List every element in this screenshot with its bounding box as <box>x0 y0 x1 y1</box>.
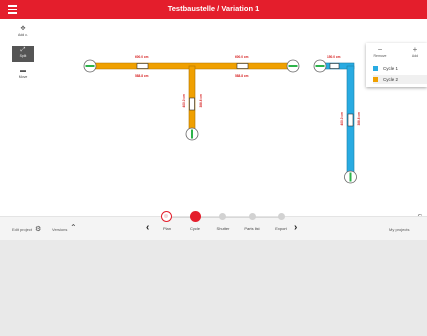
plus-icon: + <box>412 45 418 54</box>
measure-right-top: 600.0 cm <box>235 55 249 59</box>
versions-link[interactable]: Versions <box>52 227 67 232</box>
previous-step-arrow[interactable]: ‹ <box>146 222 149 233</box>
my-projects-link[interactable]: My projects <box>389 227 409 232</box>
step-parts-list-label[interactable]: Parts list <box>237 226 267 231</box>
add-cycle-button[interactable]: + Add <box>404 45 426 59</box>
edit-project-link[interactable]: Edit project <box>12 227 32 232</box>
add-connection-icon: ✥ <box>20 26 26 32</box>
measure-vertical-left: 400.0 cm <box>182 94 186 108</box>
add-cycle-label: Add c. <box>18 33 28 37</box>
remove-label: Remove <box>373 54 387 58</box>
step-parts-list-dot[interactable] <box>249 213 256 220</box>
lower-panel <box>0 240 427 336</box>
legend-item-cycle-1[interactable]: Cycle 1 <box>373 64 427 73</box>
split-icon: ⤢ <box>20 47 26 53</box>
cycle-2-swatch <box>373 77 378 82</box>
cycle-1-label: Cycle 1 <box>383 66 399 71</box>
drawing-canvas[interactable]: 600.0 cm 588.8 cm 600.0 cm 588.8 cm 400.… <box>0 19 427 226</box>
step-export-label[interactable]: Export <box>266 226 296 231</box>
move-label: Move <box>18 75 28 79</box>
split-label: Split <box>19 54 27 58</box>
page-title: Testbaustelle / Variation 1 <box>167 4 260 13</box>
measure-vertical-right: 388.8 cm <box>199 94 203 108</box>
inlet-bottom-orange <box>185 127 199 141</box>
step-plan-label[interactable]: Plan <box>152 226 182 231</box>
inlet-blue-bottom <box>344 170 357 184</box>
step-cycle-label[interactable]: Cycle <box>180 226 210 231</box>
chevron-up-icon[interactable]: ⌃ <box>70 223 77 232</box>
pipe-layout <box>83 59 357 184</box>
remove-cycle-button[interactable]: − Remove <box>369 45 391 59</box>
top-bar: Testbaustelle / Variation 1 <box>0 0 427 19</box>
measure-cycle1-vertical-right: 388.8 cm <box>357 112 361 126</box>
step-cycle-dot[interactable] <box>190 211 201 222</box>
measure-right-bottom: 588.8 cm <box>235 74 249 78</box>
legend-item-cycle-2[interactable]: Cycle 2 <box>373 75 427 84</box>
measure-cycle1-top: 150.0 cm <box>327 55 341 59</box>
step-plan-dot[interactable] <box>161 211 172 222</box>
connector-right <box>236 63 249 69</box>
move-tool[interactable]: ▬ Move <box>12 67 34 83</box>
step-shutter-label[interactable]: Shutter <box>208 226 238 231</box>
connector-vertical <box>189 97 195 111</box>
cycle-legend-panel: − Remove + Add Cycle 1 Cycle 2 <box>366 43 427 87</box>
measure-cycle1-vertical-left: 400.0 cm <box>340 112 344 126</box>
inlet-blue-left <box>313 59 327 73</box>
inlet-left <box>83 59 97 73</box>
connector-left <box>136 63 149 69</box>
add-label: Add <box>411 54 419 58</box>
gear-icon[interactable]: ⚙ <box>35 225 41 233</box>
inlet-right <box>286 59 300 73</box>
measure-left-bottom: 588.8 cm <box>135 74 149 78</box>
cycle-1-swatch <box>373 66 378 71</box>
add-cycle-tool[interactable]: ✥ Add c. <box>12 25 34 41</box>
connector-blue-vertical <box>347 113 354 127</box>
connector-blue-top <box>329 63 340 69</box>
minus-icon: − <box>377 45 383 54</box>
step-export-dot[interactable] <box>278 213 285 220</box>
step-shutter-dot[interactable] <box>219 213 226 220</box>
split-tool[interactable]: ⤢ Split <box>12 46 34 62</box>
cycle-2-label: Cycle 2 <box>383 77 399 82</box>
measure-left-top: 600.0 cm <box>135 55 149 59</box>
move-icon: ▬ <box>20 68 26 74</box>
